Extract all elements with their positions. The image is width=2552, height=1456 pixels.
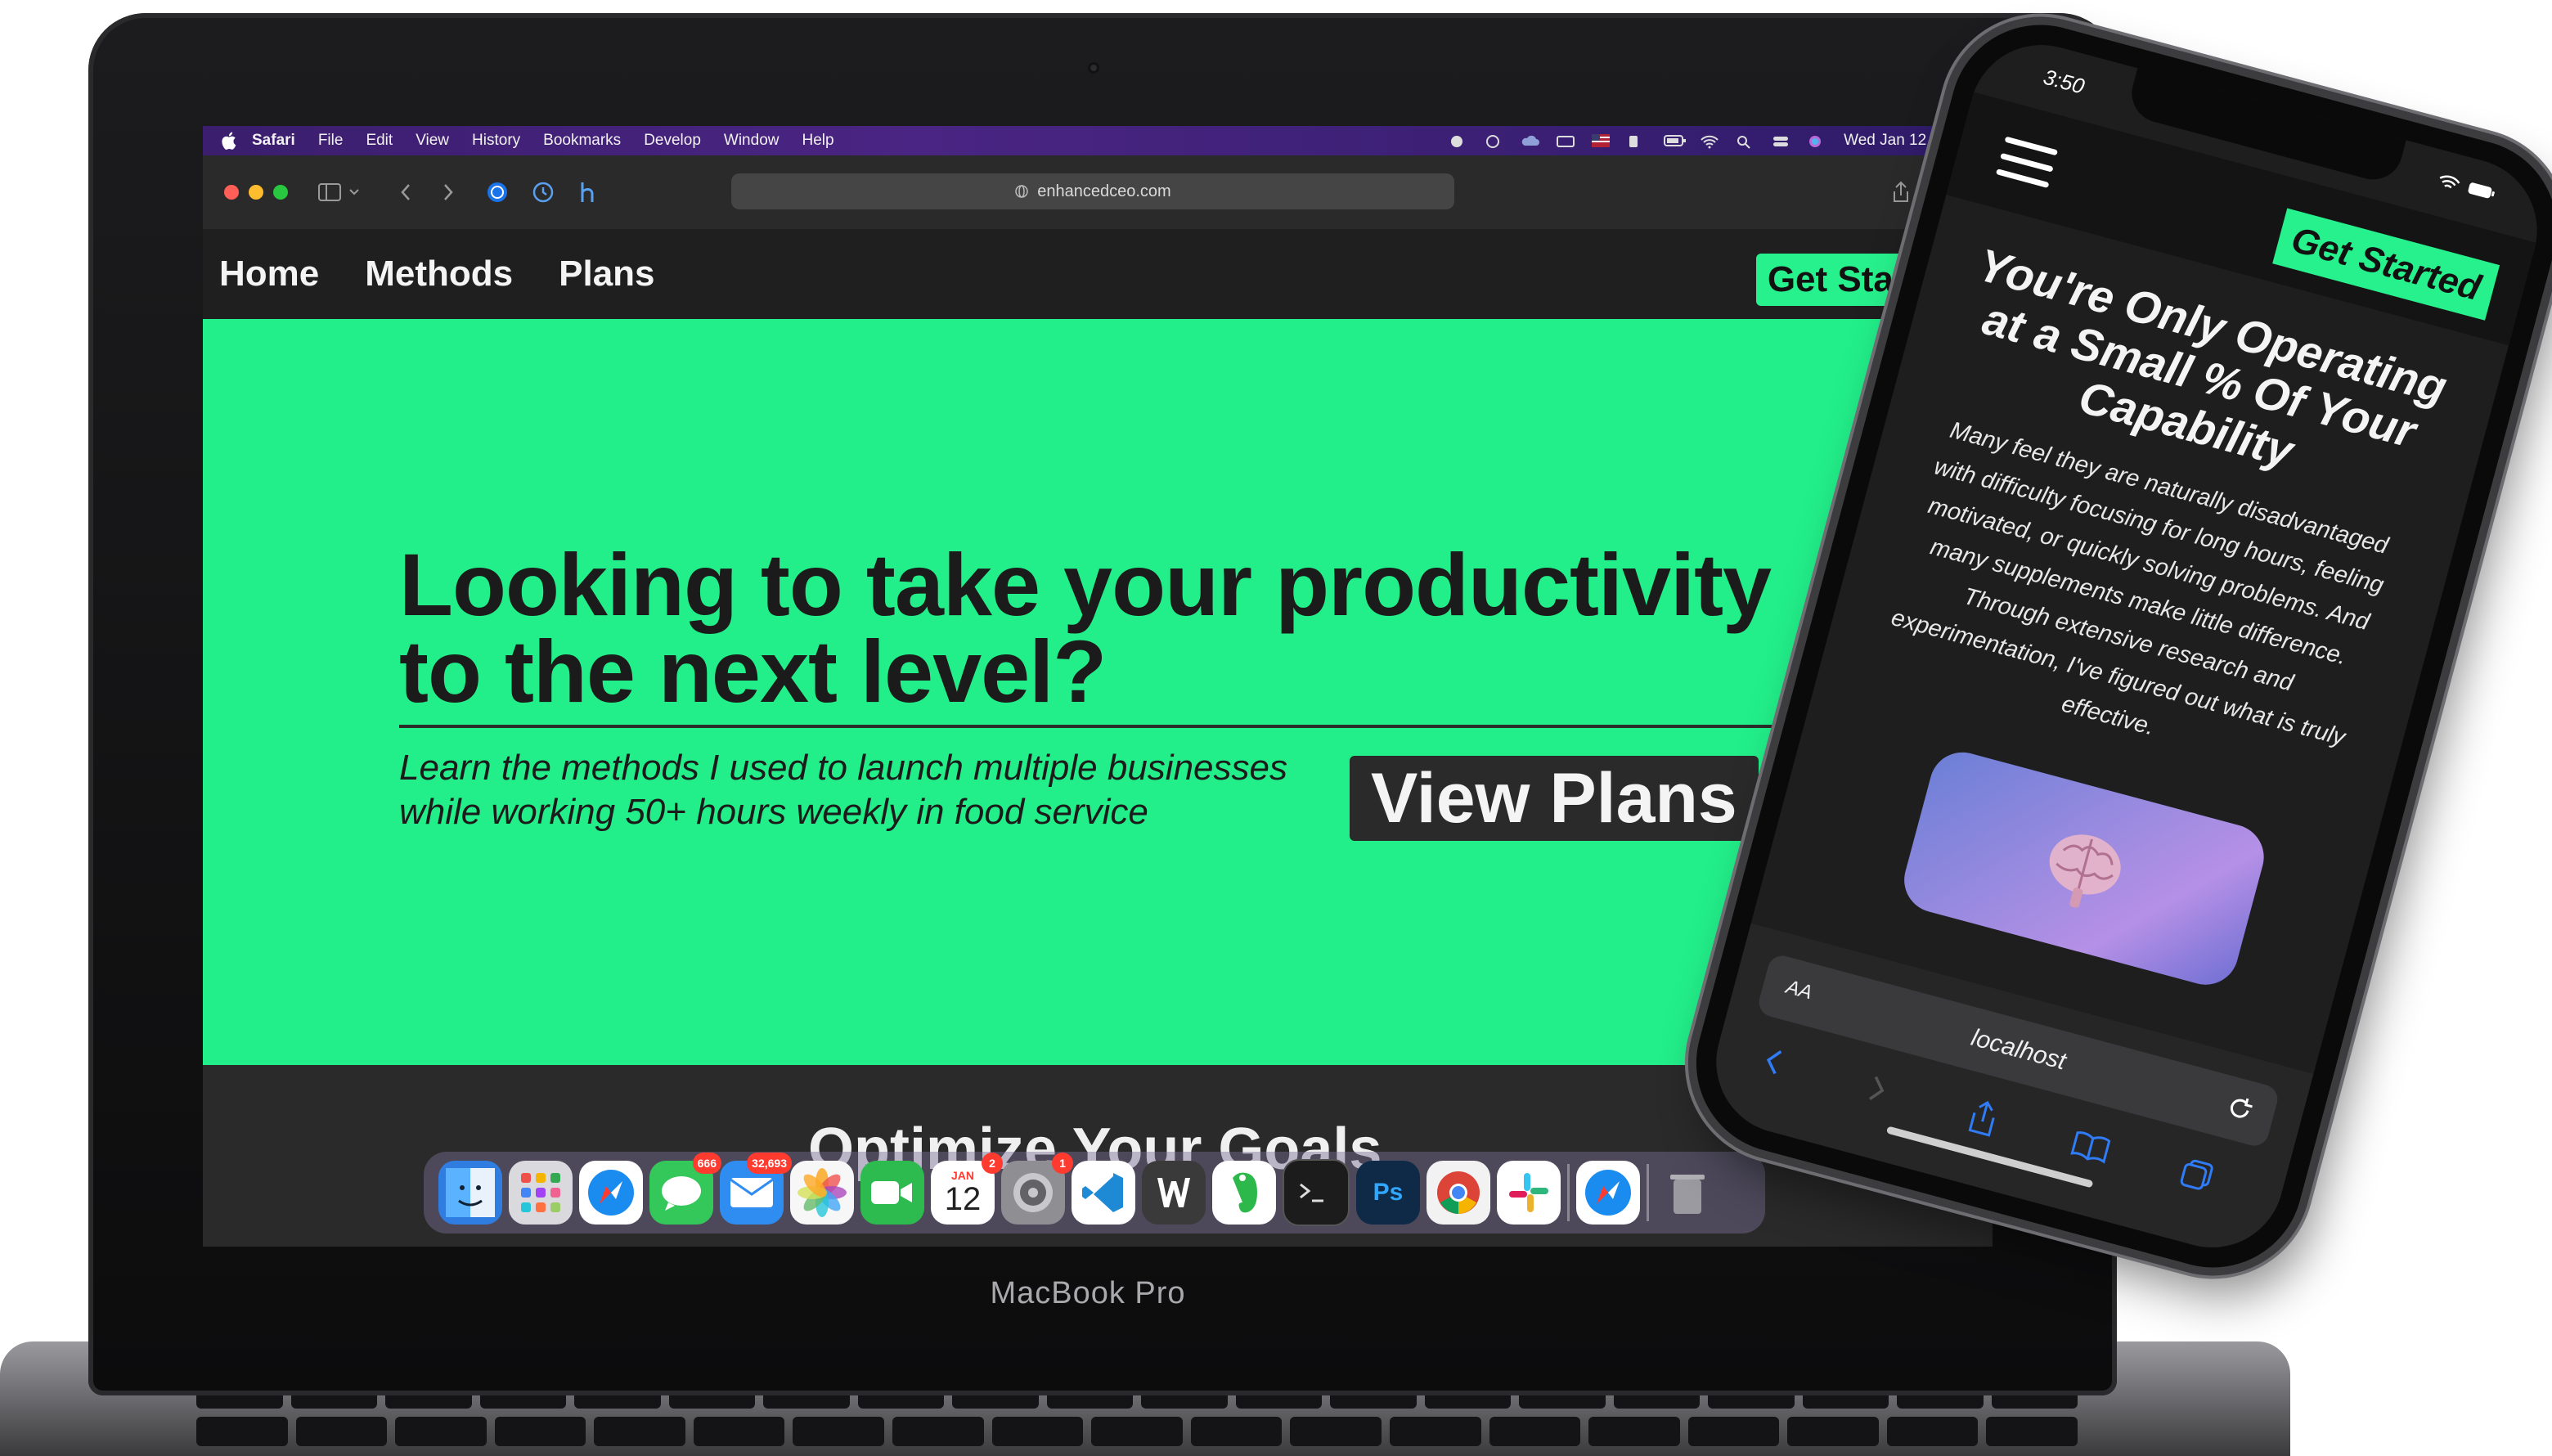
- photoshop-icon[interactable]: Ps: [1356, 1161, 1420, 1225]
- cloud-status-icon[interactable]: [1520, 134, 1540, 147]
- zoom-window-button[interactable]: [273, 185, 288, 200]
- iphone-status-icons: [2435, 171, 2497, 206]
- wifi-icon[interactable]: [1700, 134, 1719, 149]
- finder-icon[interactable]: [438, 1161, 502, 1225]
- hero-subtext: Learn the methods I used to launch multi…: [399, 748, 1287, 832]
- menu-history[interactable]: History: [472, 132, 520, 150]
- share-icon[interactable]: [1891, 178, 1911, 206]
- menu-safari[interactable]: Safari: [252, 132, 295, 150]
- messages-icon[interactable]: 666: [649, 1153, 721, 1225]
- wifi-icon: [2435, 171, 2463, 196]
- dock-separator: [1647, 1164, 1649, 1221]
- calendar-month: JAN: [950, 1169, 974, 1182]
- menubar-status-area: Wed Jan 12 15:48: [1448, 126, 1970, 155]
- nav-plans-link[interactable]: Plans: [559, 254, 654, 294]
- wordpress-status-icon[interactable]: [1484, 134, 1502, 148]
- share-icon[interactable]: [1957, 1091, 2010, 1144]
- extension-1password-icon[interactable]: [486, 178, 509, 206]
- menu-file[interactable]: File: [318, 132, 344, 150]
- view-plans-button[interactable]: View Plans: [1350, 756, 1759, 841]
- battery-device-icon[interactable]: [1628, 134, 1646, 147]
- facetime-icon[interactable]: [860, 1161, 924, 1225]
- menu-develop[interactable]: Develop: [644, 132, 701, 150]
- macos-menubar: Safari File Edit View History Bookmarks …: [203, 126, 1993, 155]
- extension-honey-icon[interactable]: [577, 178, 599, 206]
- mail-badge: 32,693: [747, 1153, 792, 1174]
- extension-clock-icon[interactable]: [532, 178, 555, 206]
- forward-icon[interactable]: [442, 178, 455, 206]
- calendar-icon[interactable]: JAN 12 2: [931, 1153, 1003, 1225]
- launchpad-icon[interactable]: [509, 1161, 573, 1225]
- back-icon[interactable]: [399, 178, 412, 206]
- system-preferences-badge: 1: [1052, 1153, 1073, 1174]
- system-preferences-icon[interactable]: 1: [1001, 1153, 1073, 1225]
- keyboard-row: [196, 1417, 2078, 1446]
- back-icon[interactable]: [1747, 1036, 1799, 1088]
- safari-app-icon[interactable]: [579, 1161, 643, 1225]
- address-bar[interactable]: enhancedceo.com: [731, 173, 1454, 209]
- mobile-get-started-button[interactable]: Get Started: [2271, 208, 2500, 321]
- brain-icon: [2049, 834, 2121, 908]
- nav-home-link[interactable]: Home: [219, 254, 319, 294]
- address-bar-url: enhancedceo.com: [1037, 182, 1171, 200]
- menu-bookmarks[interactable]: Bookmarks: [543, 132, 621, 150]
- safari-recent-icon[interactable]: [1576, 1161, 1640, 1225]
- close-window-button[interactable]: [224, 185, 239, 200]
- forward-icon[interactable]: [1852, 1063, 1904, 1116]
- laptop-brand-label: MacBook Pro: [990, 1276, 1186, 1310]
- messages-badge: 666: [692, 1153, 721, 1174]
- siri-icon[interactable]: [1808, 134, 1826, 147]
- keyboard-status-icon[interactable]: [1556, 134, 1575, 147]
- chrome-icon[interactable]: [1427, 1161, 1490, 1225]
- trash-icon[interactable]: [1656, 1161, 1719, 1225]
- menu-edit[interactable]: Edit: [366, 132, 393, 150]
- battery-icon[interactable]: [1664, 134, 1687, 147]
- dock-separator: [1567, 1164, 1570, 1221]
- macos-dock: 666 32,693 JAN 12 2 1 Ps: [424, 1152, 1765, 1234]
- photos-icon[interactable]: [790, 1161, 854, 1225]
- minimize-window-button[interactable]: [249, 185, 263, 200]
- brain-image: [1897, 744, 2271, 992]
- globe-icon: [1015, 185, 1029, 198]
- evernote-status-icon[interactable]: [1448, 134, 1466, 147]
- calendar-day: 12: [944, 1181, 982, 1217]
- sidebar-toggle-icon[interactable]: [317, 178, 342, 206]
- site-navbar: Home Methods Plans Get Started: [203, 229, 1993, 319]
- safari-toolbar: enhancedceo.com: [203, 155, 1993, 230]
- calendar-badge: 2: [982, 1153, 1003, 1174]
- iphone-clock: 3:50: [2041, 64, 2087, 99]
- spotlight-search-icon[interactable]: [1736, 134, 1754, 149]
- terminal-icon[interactable]: [1283, 1159, 1350, 1226]
- menu-window[interactable]: Window: [724, 132, 780, 150]
- evernote-icon[interactable]: [1212, 1161, 1276, 1225]
- battery-icon: [2465, 180, 2497, 205]
- laptop-camera: [1088, 62, 1099, 74]
- webstorm-icon[interactable]: [1142, 1161, 1206, 1225]
- menu-help[interactable]: Help: [802, 132, 833, 150]
- chevron-down-icon[interactable]: [348, 178, 360, 206]
- tabs-icon[interactable]: [2171, 1148, 2223, 1201]
- hamburger-menu-icon[interactable]: [1995, 136, 2059, 188]
- menu-view[interactable]: View: [416, 132, 449, 150]
- apple-icon[interactable]: [221, 132, 237, 150]
- control-center-icon[interactable]: [1772, 134, 1790, 147]
- window-controls: [224, 185, 288, 200]
- nav-methods-link[interactable]: Methods: [365, 254, 513, 294]
- bookmarks-icon[interactable]: [2065, 1121, 2117, 1173]
- hero-headline: Looking to take your productivity to the…: [399, 535, 1772, 721]
- slack-icon[interactable]: [1497, 1161, 1561, 1225]
- vscode-icon[interactable]: [1072, 1161, 1135, 1225]
- us-flag-icon[interactable]: [1592, 134, 1611, 147]
- mail-icon[interactable]: 32,693: [720, 1153, 792, 1225]
- hero-divider: [399, 725, 1839, 728]
